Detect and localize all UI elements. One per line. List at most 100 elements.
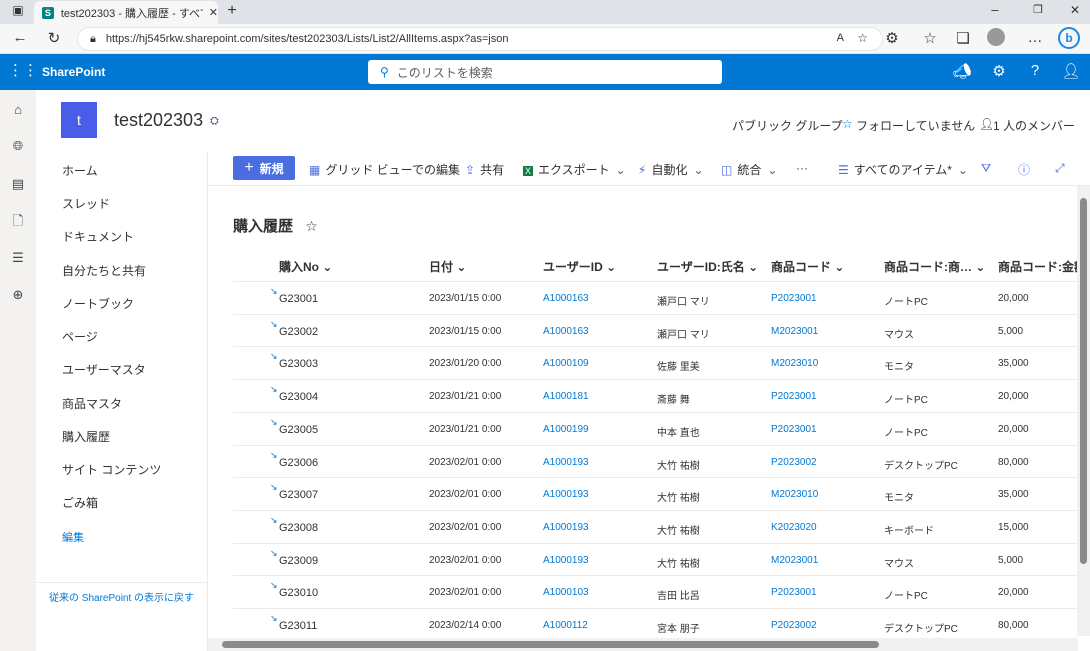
column-header-user-id[interactable]: ユーザーID ⌄ bbox=[543, 258, 616, 275]
site-logo[interactable]: t bbox=[61, 102, 97, 138]
table-cell[interactable]: M2023001 bbox=[771, 326, 818, 337]
more-commands-button[interactable]: ··· bbox=[796, 161, 808, 175]
view-selector[interactable]: ☰ すべてのアイテム* ⌄ bbox=[838, 161, 968, 178]
filter-icon[interactable]: ⛛ bbox=[981, 161, 991, 176]
nav-item-threads[interactable]: スレッド bbox=[62, 195, 110, 212]
table-cell[interactable]: A1000193 bbox=[543, 522, 589, 533]
extensions-icon[interactable]: ⚙ bbox=[882, 29, 902, 47]
table-row[interactable]: ↘ G23006 2023/02/01 0:00 A1000193 大竹 祐樹 P2023… bbox=[233, 444, 1079, 478]
favorites-icon[interactable]: ☆ bbox=[920, 29, 940, 47]
table-row[interactable]: ↘ G23010 2023/02/01 0:00 A1000103 吉田 比呂 P2023… bbox=[233, 575, 1079, 608]
table-cell[interactable]: A1000199 bbox=[543, 424, 589, 435]
table-cell[interactable]: A1000163 bbox=[543, 326, 589, 337]
restore-icon[interactable]: ❐ bbox=[1028, 3, 1048, 16]
back-icon[interactable]: ← bbox=[10, 29, 30, 46]
profile-avatar[interactable] bbox=[987, 28, 1005, 46]
table-cell[interactable]: M2023010 bbox=[771, 489, 818, 500]
table-row[interactable]: ↘ G23011 2023/02/14 0:00 A1000112 宮本 朋子 P2023… bbox=[233, 608, 1079, 641]
nav-item-home[interactable]: ホーム bbox=[62, 162, 98, 179]
table-cell[interactable]: G23002 bbox=[279, 326, 318, 338]
more-menu-icon[interactable]: … bbox=[1025, 29, 1045, 46]
table-cell[interactable]: G23008 bbox=[279, 522, 318, 534]
account-icon[interactable]: 👤︎ bbox=[1061, 62, 1081, 80]
table-cell[interactable]: A1000112 bbox=[543, 620, 588, 631]
new-button[interactable]: + 新規 bbox=[233, 156, 295, 180]
table-cell[interactable]: G23009 bbox=[279, 555, 318, 567]
home-icon[interactable]: ⌂ bbox=[8, 102, 28, 117]
nav-item-notebook[interactable]: ノートブック bbox=[62, 295, 134, 312]
news-icon[interactable]: ▤ bbox=[8, 176, 28, 192]
column-header-product-price[interactable]: 商品コード:金額 bbox=[998, 258, 1086, 275]
nav-item-site-contents[interactable]: サイト コンテンツ bbox=[62, 461, 161, 478]
table-cell[interactable]: A1000109 bbox=[543, 358, 589, 369]
table-cell[interactable]: K2023020 bbox=[771, 522, 817, 533]
table-row[interactable]: ↘ G23009 2023/02/01 0:00 A1000193 大竹 祐樹 M2023… bbox=[233, 542, 1079, 576]
globe-icon[interactable]: 🌐︎ bbox=[8, 138, 28, 154]
table-row[interactable]: ↘ G23004 2023/01/21 0:00 A1000181 斎藤 舞 P20230… bbox=[233, 379, 1079, 412]
table-cell[interactable]: G23001 bbox=[279, 293, 318, 305]
column-header-product-code[interactable]: 商品コード ⌄ bbox=[771, 258, 844, 275]
megaphone-icon[interactable]: 📣︎ bbox=[952, 62, 972, 80]
table-cell[interactable]: P2023001 bbox=[771, 587, 817, 598]
table-cell[interactable]: G23007 bbox=[279, 489, 318, 501]
members-button[interactable]: 1 人のメンバー bbox=[993, 117, 1075, 134]
table-cell[interactable]: G23003 bbox=[279, 358, 318, 370]
table-row[interactable]: ↘ G23002 2023/01/15 0:00 A1000163 瀬戸口 マリ M202… bbox=[233, 313, 1079, 347]
nav-item-recycle-bin[interactable]: ごみ箱 bbox=[62, 494, 98, 511]
table-cell[interactable]: P2023001 bbox=[771, 293, 817, 304]
table-cell[interactable]: P2023001 bbox=[771, 391, 817, 402]
column-header-date[interactable]: 日付 ⌄ bbox=[429, 258, 466, 275]
bing-icon[interactable]: b bbox=[1058, 27, 1080, 49]
column-header-product-name[interactable]: 商品コード:商… ⌄ bbox=[884, 258, 985, 275]
close-tab-icon[interactable]: ✕ bbox=[209, 6, 218, 19]
browser-tab[interactable]: S test202303 - 購入履歴 - すべての ✕ bbox=[34, 1, 218, 24]
table-cell[interactable]: G23011 bbox=[279, 620, 317, 632]
table-cell[interactable]: M2023010 bbox=[771, 358, 818, 369]
url-field[interactable]: 🔒︎ https://hj545rkw.sharepoint.com/sites… bbox=[77, 27, 883, 51]
vertical-scroll-thumb[interactable] bbox=[1080, 198, 1087, 564]
table-row[interactable]: ↘ G23008 2023/02/01 0:00 A1000193 大竹 祐樹 K2023… bbox=[233, 509, 1079, 543]
export-button[interactable]: X エクスポート ⌄ bbox=[523, 161, 626, 178]
window-menu-icon[interactable]: ▣ bbox=[8, 3, 28, 17]
favorite-add-icon[interactable]: ☆ bbox=[857, 31, 868, 45]
collections-icon[interactable]: ❏ bbox=[953, 29, 973, 47]
table-row[interactable]: ↘ G23007 2023/02/01 0:00 A1000193 大竹 祐樹 M2023… bbox=[233, 477, 1079, 510]
column-header-purchase-no[interactable]: 購入No ⌄ bbox=[279, 258, 332, 275]
table-cell[interactable]: M2023001 bbox=[771, 555, 818, 566]
lists-icon[interactable]: ☰ bbox=[8, 250, 28, 266]
table-cell[interactable]: A1000103 bbox=[543, 587, 589, 598]
lock-icon[interactable]: 🔒︎ bbox=[90, 33, 96, 46]
minimize-icon[interactable]: – bbox=[985, 2, 1005, 17]
search-input[interactable]: ⚲ このリストを検索 bbox=[368, 60, 722, 84]
refresh-icon[interactable]: ↻ bbox=[44, 29, 64, 47]
table-cell[interactable]: A1000181 bbox=[543, 391, 589, 402]
table-row[interactable]: ↘ G23005 2023/01/21 0:00 A1000199 中本 直也 P2023… bbox=[233, 411, 1079, 445]
horizontal-scrollbar[interactable] bbox=[208, 638, 1078, 651]
horizontal-scroll-thumb[interactable] bbox=[222, 641, 879, 648]
star-icon[interactable]: ☆ bbox=[842, 117, 853, 131]
info-icon[interactable]: ⓘ bbox=[1018, 161, 1030, 178]
app-launcher-icon[interactable]: ⋮⋮ bbox=[8, 61, 38, 79]
nav-item-documents[interactable]: ドキュメント bbox=[62, 228, 134, 245]
expand-icon[interactable]: ⤢ bbox=[1055, 161, 1065, 176]
table-cell[interactable]: G23006 bbox=[279, 457, 318, 469]
nav-edit-link[interactable]: 編集 bbox=[62, 529, 84, 545]
table-cell[interactable]: A1000163 bbox=[543, 293, 589, 304]
read-aloud-icon[interactable]: A bbox=[837, 32, 844, 44]
document-icon[interactable]: 🗋︎ bbox=[8, 212, 28, 234]
table-row[interactable]: ↘ G23001 2023/01/15 0:00 A1000163 瀬戸口 マリ P202… bbox=[233, 281, 1079, 314]
nav-item-user-master[interactable]: ユーザーマスタ bbox=[62, 361, 146, 378]
table-cell[interactable]: G23010 bbox=[279, 587, 318, 599]
teams-icon[interactable]: ⛭ bbox=[210, 115, 219, 128]
table-cell[interactable]: P2023002 bbox=[771, 457, 817, 468]
settings-icon[interactable]: ⚙ bbox=[989, 62, 1009, 80]
column-header-user-name[interactable]: ユーザーID:氏名 ⌄ bbox=[657, 258, 758, 275]
table-row[interactable]: ↘ G23003 2023/01/20 0:00 A1000109 佐藤 里美 M2023… bbox=[233, 346, 1079, 379]
new-tab-icon[interactable]: + bbox=[222, 2, 242, 20]
classic-view-link[interactable]: 従来の SharePoint の表示に戻す bbox=[49, 589, 194, 604]
favorite-star-icon[interactable]: ☆ bbox=[305, 218, 318, 234]
share-button[interactable]: ⇪ 共有 bbox=[465, 161, 504, 178]
nav-item-purchase-history[interactable]: 購入履歴 bbox=[62, 428, 110, 445]
help-icon[interactable]: ? bbox=[1025, 62, 1045, 79]
app-name[interactable]: SharePoint bbox=[42, 65, 105, 79]
